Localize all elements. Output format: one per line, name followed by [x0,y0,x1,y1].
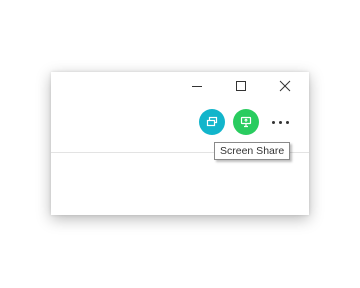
minimize-button[interactable] [175,72,219,100]
minimize-icon [192,86,202,87]
more-horizontal-icon [271,120,275,124]
more-options-button[interactable] [267,109,293,135]
desktop-background: Screen Share [0,0,360,288]
close-button[interactable] [263,72,307,100]
screens-button[interactable] [199,109,225,135]
app-window: Screen Share [51,72,309,215]
close-icon [279,80,291,92]
screen-share-button[interactable] [233,109,259,135]
screen-share-tooltip: Screen Share [214,142,291,160]
screens-icon [206,116,218,127]
maximize-button[interactable] [219,72,263,100]
maximize-icon [236,81,246,91]
screen-share-icon [240,116,252,128]
